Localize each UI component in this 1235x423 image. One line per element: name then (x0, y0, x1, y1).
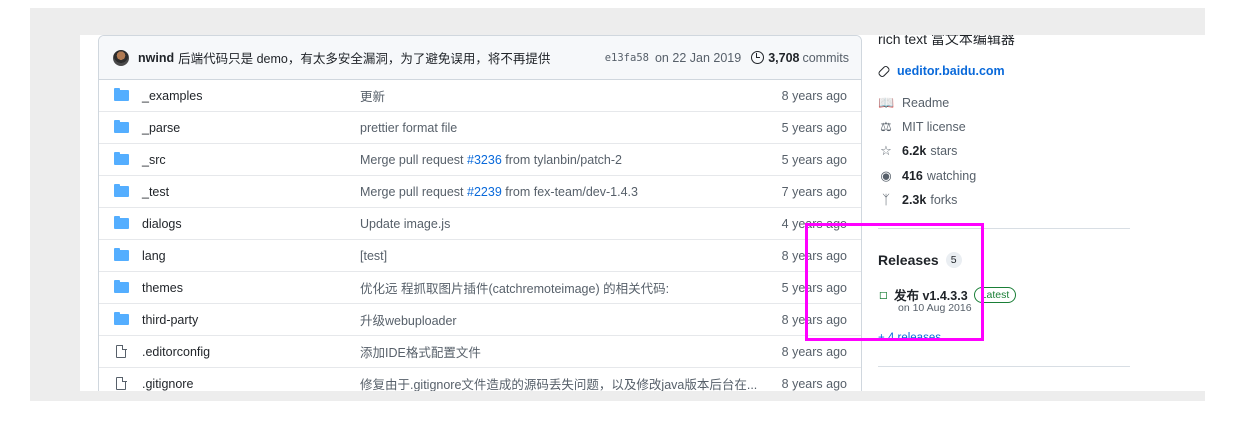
avatar[interactable] (113, 49, 129, 66)
forks-count: 2.3k (902, 192, 927, 207)
commit-message[interactable]: 修复由于.gitignore文件造成的源码丢失问题，以及修改java版本后台在.… (360, 374, 757, 391)
file-name[interactable]: _test (142, 185, 169, 199)
screenshot-frame: nwind 后端代码只是 demo，有太多安全漏洞，为了避免误用，将不再提供 e… (30, 8, 1216, 401)
homepage-url[interactable]: ueditor.baidu.com (897, 64, 1005, 78)
commit-age: 5 years ago (781, 120, 847, 135)
commit-message-prefix: Merge pull request (360, 152, 468, 167)
file-name[interactable]: third-party (142, 313, 198, 327)
eye-icon: ◉ (880, 168, 892, 183)
table-row: dialogs Update image.js 4 years ago (99, 207, 861, 239)
commit-message[interactable]: [test] (360, 249, 387, 263)
commit-message-suffix: from tylanbin/patch-2 (501, 152, 622, 167)
commit-count-label: commits (802, 50, 849, 65)
file-name[interactable]: dialogs (142, 217, 182, 231)
table-row: _parse prettier format file 5 years ago (99, 111, 861, 143)
link-icon (877, 64, 891, 78)
license-label: MIT license (902, 120, 966, 134)
file-list: _examples 更新 8 years ago _parse prettier… (99, 80, 861, 391)
folder-icon (114, 248, 129, 261)
divider (878, 366, 1130, 367)
repo-page: nwind 后端代码只是 demo，有太多安全漏洞，为了避免误用，将不再提供 e… (80, 35, 1216, 391)
file-name[interactable]: _examples (142, 89, 202, 103)
book-icon: 📖 (878, 95, 895, 110)
commit-date: on 22 Jan 2019 (654, 50, 742, 65)
table-row: .editorconfig 添加IDE格式配置文件 8 years ago (99, 335, 861, 367)
pull-request-link[interactable]: #3236 (467, 153, 502, 167)
commit-count: 3,708 (768, 50, 800, 65)
commit-message-prefix: Merge pull request (360, 184, 468, 199)
table-row: _examples 更新 8 years ago (99, 80, 861, 111)
pull-request-link[interactable]: #2239 (467, 185, 502, 199)
fork-icon: ᛉ (882, 192, 890, 207)
table-row: _test Merge pull request #2239 from fex-… (99, 175, 861, 207)
commit-age: 5 years ago (781, 152, 847, 167)
watching-link[interactable]: ◉ 416 watching (878, 168, 976, 184)
star-icon: ☆ (880, 143, 892, 158)
stars-count: 6.2k (902, 144, 927, 158)
file-name[interactable]: .editorconfig (142, 345, 210, 359)
stars-link[interactable]: ☆ 6.2k stars (878, 143, 957, 159)
folder-icon (114, 216, 129, 229)
table-row: third-party 升级webuploader 8 years ago (99, 303, 861, 335)
commit-age: 8 years ago (781, 88, 847, 103)
commit-message[interactable]: 升级webuploader (360, 310, 457, 329)
forks-link[interactable]: ᛉ 2.3k forks (878, 192, 957, 207)
commit-age: 8 years ago (781, 344, 847, 359)
watching-label: watching (926, 169, 977, 183)
file-name[interactable]: .gitignore (142, 377, 193, 391)
file-name[interactable]: themes (142, 281, 183, 295)
commit-message-suffix: from fex-team/dev-1.4.3 (501, 184, 638, 199)
history-icon (751, 51, 765, 64)
file-icon (116, 344, 127, 358)
file-name[interactable]: _parse (142, 121, 180, 135)
readme-label: Readme (902, 96, 950, 110)
folder-icon (114, 184, 129, 197)
commit-author[interactable]: nwind (138, 51, 174, 65)
file-name[interactable]: _src (142, 153, 166, 167)
commit-sha[interactable]: e13fa58 (605, 52, 649, 64)
file-name[interactable]: lang (142, 249, 166, 263)
table-row: .gitignore 修复由于.gitignore文件造成的源码丢失问题，以及修… (99, 367, 861, 391)
law-icon: ⚖ (880, 119, 892, 134)
folder-icon (114, 280, 129, 293)
homepage-link[interactable]: ueditor.baidu.com (877, 64, 1005, 78)
table-row: themes 优化远 程抓取图片插件(catchremoteimage) 的相关… (99, 271, 861, 303)
commit-message[interactable]: Update image.js (360, 217, 450, 231)
file-browser: nwind 后端代码只是 demo，有太多安全漏洞，为了避免误用，将不再提供 e… (98, 35, 862, 391)
commit-message[interactable]: 后端代码只是 demo，有太多安全漏洞，为了避免误用，将不再提供 (178, 48, 550, 67)
table-row: _src Merge pull request #3236 from tylan… (99, 143, 861, 175)
commit-message[interactable]: prettier format file (360, 121, 457, 135)
commit-message[interactable]: 优化远 程抓取图片插件(catchremoteimage) 的相关代码: (360, 278, 669, 297)
license-link[interactable]: ⚖ MIT license (878, 119, 966, 135)
commit-age: 8 years ago (781, 376, 847, 391)
stars-label: stars (930, 144, 958, 158)
repo-description: rich text 富文本编辑器 (878, 35, 1015, 47)
folder-icon (114, 88, 129, 101)
latest-commit-bar: nwind 后端代码只是 demo，有太多安全漏洞，为了避免误用，将不再提供 e… (99, 36, 861, 80)
commits-link[interactable]: 3,708 commits (751, 51, 849, 65)
commit-message[interactable]: Merge pull request #2239 from fex-team/d… (360, 185, 638, 199)
readme-link[interactable]: 📖 Readme (878, 95, 949, 111)
commit-message[interactable]: 更新 (360, 86, 385, 105)
file-icon (116, 376, 127, 390)
folder-icon (114, 120, 129, 133)
forks-label: forks (930, 192, 958, 207)
commit-message[interactable]: 添加IDE格式配置文件 (360, 342, 481, 361)
watching-count: 416 (902, 169, 923, 183)
folder-icon (114, 312, 129, 325)
table-row: lang [test] 8 years ago (99, 239, 861, 271)
commit-message[interactable]: Merge pull request #3236 from tylanbin/p… (360, 153, 622, 167)
highlight-box (805, 223, 984, 341)
folder-icon (114, 152, 129, 165)
commit-age: 7 years ago (781, 184, 847, 199)
